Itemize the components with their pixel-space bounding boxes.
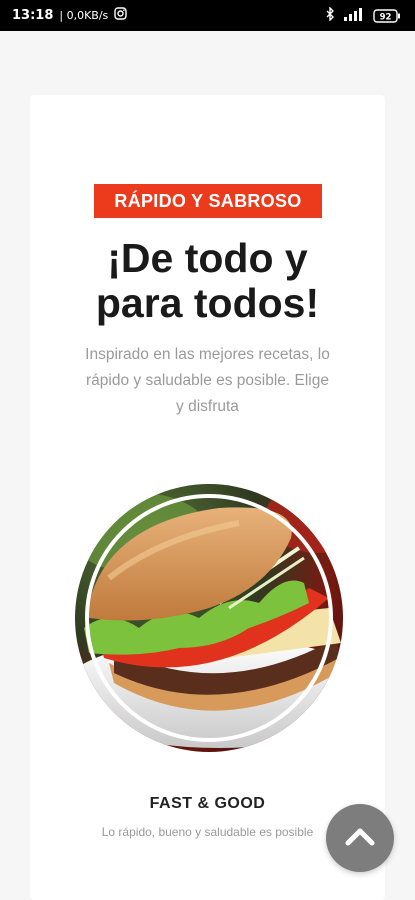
- feature-title: FAST & GOOD: [149, 795, 266, 812]
- scroll-to-top-button[interactable]: [326, 804, 394, 872]
- hero-description: Inspirado en las mejores recetas, lo ráp…: [60, 342, 355, 420]
- status-net-speed: | 0,0KB/s: [59, 9, 109, 22]
- hero-description-line2: rápido y saludable es posible. Elige: [86, 372, 329, 389]
- hero-description-line3: y disfruta: [176, 398, 239, 415]
- battery-level: 92: [380, 12, 392, 22]
- burger-photo: [69, 478, 349, 758]
- hero-title: ¡De todo y para todos!: [30, 236, 385, 326]
- status-bar: 13:18 | 0,0KB/s 92: [0, 0, 415, 31]
- status-time: 13:18: [12, 8, 54, 23]
- status-left: 13:18 | 0,0KB/s: [12, 7, 127, 24]
- battery-icon: 92: [373, 8, 401, 23]
- hero-description-line1: Inspirado en las mejores recetas, lo: [85, 346, 330, 363]
- chevron-up-icon: [345, 826, 375, 851]
- bluetooth-icon: [325, 6, 335, 25]
- status-right: 92: [325, 6, 401, 25]
- hero-title-line2: para todos!: [95, 280, 320, 326]
- hero-badge: RÁPIDO Y SABROSO: [94, 184, 322, 218]
- hero-title-line1: ¡De todo y: [107, 235, 308, 281]
- signal-icon: [343, 6, 365, 25]
- instagram-icon: [114, 7, 127, 24]
